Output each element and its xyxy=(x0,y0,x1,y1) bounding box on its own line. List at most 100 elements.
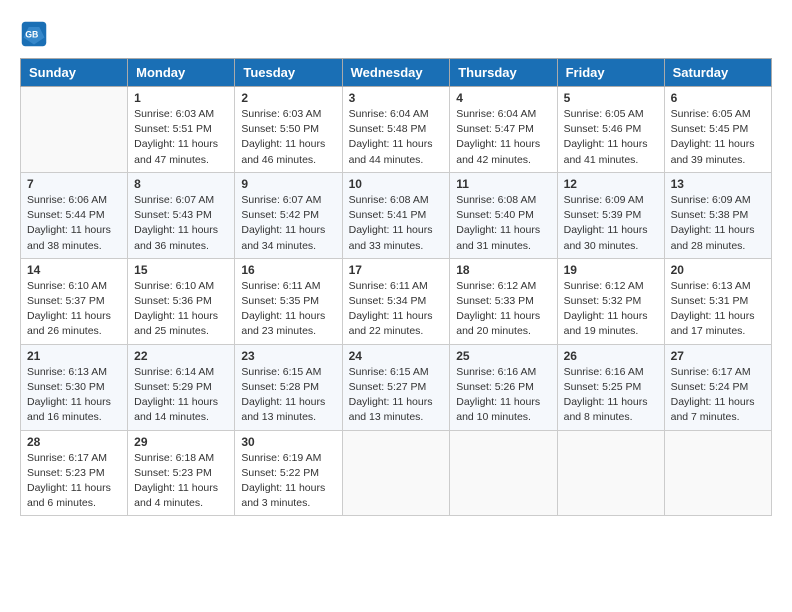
day-details: Sunrise: 6:09 AMSunset: 5:38 PMDaylight:… xyxy=(671,193,765,254)
day-number: 23 xyxy=(241,349,335,363)
logo-icon: GB xyxy=(20,20,48,48)
day-number: 7 xyxy=(27,177,121,191)
calendar-cell: 4 Sunrise: 6:04 AMSunset: 5:47 PMDaylight… xyxy=(450,87,557,173)
svg-text:GB: GB xyxy=(25,30,38,40)
calendar-cell: 18 Sunrise: 6:12 AMSunset: 5:33 PMDayligh… xyxy=(450,258,557,344)
calendar-cell: 27 Sunrise: 6:17 AMSunset: 5:24 PMDayligh… xyxy=(664,344,771,430)
day-details: Sunrise: 6:05 AMSunset: 5:46 PMDaylight:… xyxy=(564,107,658,168)
calendar-cell: 8 Sunrise: 6:07 AMSunset: 5:43 PMDaylight… xyxy=(128,172,235,258)
calendar-cell: 25 Sunrise: 6:16 AMSunset: 5:26 PMDayligh… xyxy=(450,344,557,430)
calendar-cell: 7 Sunrise: 6:06 AMSunset: 5:44 PMDaylight… xyxy=(21,172,128,258)
calendar-cell: 21 Sunrise: 6:13 AMSunset: 5:30 PMDayligh… xyxy=(21,344,128,430)
day-details: Sunrise: 6:13 AMSunset: 5:30 PMDaylight:… xyxy=(27,365,121,426)
day-details: Sunrise: 6:19 AMSunset: 5:22 PMDaylight:… xyxy=(241,451,335,512)
day-number: 26 xyxy=(564,349,658,363)
day-number: 17 xyxy=(349,263,444,277)
calendar-weekday-thursday: Thursday xyxy=(450,59,557,87)
calendar-cell: 9 Sunrise: 6:07 AMSunset: 5:42 PMDaylight… xyxy=(235,172,342,258)
day-details: Sunrise: 6:09 AMSunset: 5:39 PMDaylight:… xyxy=(564,193,658,254)
day-number: 16 xyxy=(241,263,335,277)
calendar-header: SundayMondayTuesdayWednesdayThursdayFrid… xyxy=(21,59,772,87)
day-details: Sunrise: 6:12 AMSunset: 5:32 PMDaylight:… xyxy=(564,279,658,340)
day-details: Sunrise: 6:18 AMSunset: 5:23 PMDaylight:… xyxy=(134,451,228,512)
day-details: Sunrise: 6:05 AMSunset: 5:45 PMDaylight:… xyxy=(671,107,765,168)
day-details: Sunrise: 6:12 AMSunset: 5:33 PMDaylight:… xyxy=(456,279,550,340)
day-details: Sunrise: 6:08 AMSunset: 5:40 PMDaylight:… xyxy=(456,193,550,254)
day-details: Sunrise: 6:04 AMSunset: 5:48 PMDaylight:… xyxy=(349,107,444,168)
calendar-weekday-wednesday: Wednesday xyxy=(342,59,450,87)
logo: GB xyxy=(20,20,52,48)
calendar-cell: 15Sunrise: 6:10 AMSunset: 5:36 PMDayligh… xyxy=(128,258,235,344)
day-number: 8 xyxy=(134,177,228,191)
day-number: 11 xyxy=(456,177,550,191)
day-number: 12 xyxy=(564,177,658,191)
calendar-cell: 29 Sunrise: 6:18 AMSunset: 5:23 PMDayligh… xyxy=(128,430,235,516)
day-number: 4 xyxy=(456,91,550,105)
calendar-cell xyxy=(557,430,664,516)
day-details: Sunrise: 6:15 AMSunset: 5:28 PMDaylight:… xyxy=(241,365,335,426)
day-details: Sunrise: 6:16 AMSunset: 5:26 PMDaylight:… xyxy=(456,365,550,426)
calendar-week-row: 21 Sunrise: 6:13 AMSunset: 5:30 PMDayligh… xyxy=(21,344,772,430)
calendar-cell: 26 Sunrise: 6:16 AMSunset: 5:25 PMDayligh… xyxy=(557,344,664,430)
day-details: Sunrise: 6:13 AMSunset: 5:31 PMDaylight:… xyxy=(671,279,765,340)
page-header: GB xyxy=(20,20,772,48)
day-number: 30 xyxy=(241,435,335,449)
calendar-cell: 19 Sunrise: 6:12 AMSunset: 5:32 PMDayligh… xyxy=(557,258,664,344)
day-details: Sunrise: 6:06 AMSunset: 5:44 PMDaylight:… xyxy=(27,193,121,254)
calendar-cell: 3Sunrise: 6:04 AMSunset: 5:48 PMDaylight… xyxy=(342,87,450,173)
calendar-cell: 5Sunrise: 6:05 AMSunset: 5:46 PMDaylight… xyxy=(557,87,664,173)
day-details: Sunrise: 6:07 AMSunset: 5:43 PMDaylight:… xyxy=(134,193,228,254)
day-number: 25 xyxy=(456,349,550,363)
day-details: Sunrise: 6:17 AMSunset: 5:24 PMDaylight:… xyxy=(671,365,765,426)
day-details: Sunrise: 6:15 AMSunset: 5:27 PMDaylight:… xyxy=(349,365,444,426)
calendar-cell: 16 Sunrise: 6:11 AMSunset: 5:35 PMDayligh… xyxy=(235,258,342,344)
day-number: 19 xyxy=(564,263,658,277)
calendar-weekday-monday: Monday xyxy=(128,59,235,87)
day-number: 20 xyxy=(671,263,765,277)
calendar-cell: 1Sunrise: 6:03 AMSunset: 5:51 PMDaylight… xyxy=(128,87,235,173)
calendar-cell: 23 Sunrise: 6:15 AMSunset: 5:28 PMDayligh… xyxy=(235,344,342,430)
calendar-header-row: SundayMondayTuesdayWednesdayThursdayFrid… xyxy=(21,59,772,87)
day-details: Sunrise: 6:07 AMSunset: 5:42 PMDaylight:… xyxy=(241,193,335,254)
calendar-cell: 11 Sunrise: 6:08 AMSunset: 5:40 PMDayligh… xyxy=(450,172,557,258)
calendar-cell: 14 Sunrise: 6:10 AMSunset: 5:37 PMDayligh… xyxy=(21,258,128,344)
day-details: Sunrise: 6:10 AMSunset: 5:37 PMDaylight:… xyxy=(27,279,121,340)
day-number: 14 xyxy=(27,263,121,277)
day-number: 9 xyxy=(241,177,335,191)
day-number: 10 xyxy=(349,177,444,191)
calendar-cell: 28Sunrise: 6:17 AMSunset: 5:23 PMDayligh… xyxy=(21,430,128,516)
calendar-week-row: 28Sunrise: 6:17 AMSunset: 5:23 PMDayligh… xyxy=(21,430,772,516)
calendar-cell: 17 Sunrise: 6:11 AMSunset: 5:34 PMDayligh… xyxy=(342,258,450,344)
calendar-cell: 20 Sunrise: 6:13 AMSunset: 5:31 PMDayligh… xyxy=(664,258,771,344)
calendar-cell xyxy=(342,430,450,516)
calendar-cell: 13 Sunrise: 6:09 AMSunset: 5:38 PMDayligh… xyxy=(664,172,771,258)
calendar-table: SundayMondayTuesdayWednesdayThursdayFrid… xyxy=(20,58,772,516)
calendar-weekday-friday: Friday xyxy=(557,59,664,87)
day-number: 29 xyxy=(134,435,228,449)
calendar-cell: 10 Sunrise: 6:08 AMSunset: 5:41 PMDayligh… xyxy=(342,172,450,258)
calendar-cell: 24 Sunrise: 6:15 AMSunset: 5:27 PMDayligh… xyxy=(342,344,450,430)
day-details: Sunrise: 6:16 AMSunset: 5:25 PMDaylight:… xyxy=(564,365,658,426)
day-details: Sunrise: 6:14 AMSunset: 5:29 PMDaylight:… xyxy=(134,365,228,426)
day-number: 21 xyxy=(27,349,121,363)
calendar-body: 1Sunrise: 6:03 AMSunset: 5:51 PMDaylight… xyxy=(21,87,772,516)
calendar-cell: 6 Sunrise: 6:05 AMSunset: 5:45 PMDaylight… xyxy=(664,87,771,173)
calendar-cell: 12 Sunrise: 6:09 AMSunset: 5:39 PMDayligh… xyxy=(557,172,664,258)
calendar-cell xyxy=(450,430,557,516)
day-details: Sunrise: 6:08 AMSunset: 5:41 PMDaylight:… xyxy=(349,193,444,254)
calendar-week-row: 14 Sunrise: 6:10 AMSunset: 5:37 PMDayligh… xyxy=(21,258,772,344)
day-details: Sunrise: 6:04 AMSunset: 5:47 PMDaylight:… xyxy=(456,107,550,168)
day-details: Sunrise: 6:11 AMSunset: 5:34 PMDaylight:… xyxy=(349,279,444,340)
day-number: 18 xyxy=(456,263,550,277)
day-details: Sunrise: 6:11 AMSunset: 5:35 PMDaylight:… xyxy=(241,279,335,340)
day-number: 24 xyxy=(349,349,444,363)
day-details: Sunrise: 6:17 AMSunset: 5:23 PMDaylight:… xyxy=(27,451,121,512)
calendar-weekday-tuesday: Tuesday xyxy=(235,59,342,87)
calendar-cell: 22Sunrise: 6:14 AMSunset: 5:29 PMDayligh… xyxy=(128,344,235,430)
day-details: Sunrise: 6:03 AMSunset: 5:51 PMDaylight:… xyxy=(134,107,228,168)
day-number: 27 xyxy=(671,349,765,363)
day-number: 6 xyxy=(671,91,765,105)
calendar-weekday-saturday: Saturday xyxy=(664,59,771,87)
day-number: 13 xyxy=(671,177,765,191)
calendar-cell: 2Sunrise: 6:03 AMSunset: 5:50 PMDaylight… xyxy=(235,87,342,173)
